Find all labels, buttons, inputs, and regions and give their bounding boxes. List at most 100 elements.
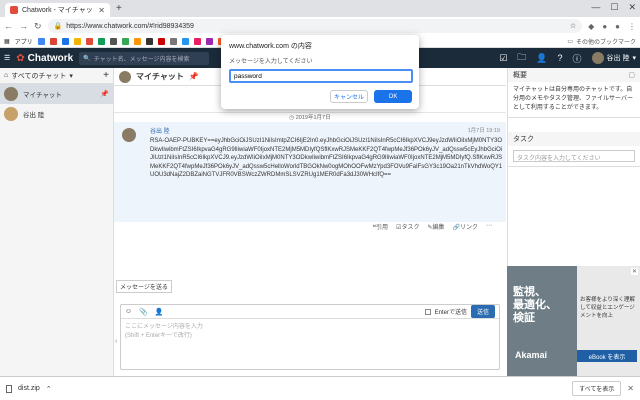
message-body: RSA-OAEP-PUBKEY==eyJhbGciOiJSUzI1NiIsImt…	[150, 138, 503, 178]
bookmark-icon[interactable]	[61, 37, 69, 45]
ad-brand: Akamai	[515, 350, 548, 360]
contacts-icon[interactable]: 👤	[536, 53, 547, 64]
task-button[interactable]: ☑タスク	[396, 222, 419, 231]
file-icon	[6, 384, 12, 393]
bookmark-icon[interactable]	[109, 37, 117, 45]
extension-icon[interactable]: ◆	[588, 22, 594, 31]
mention-icon[interactable]: 👤	[155, 308, 164, 316]
quote-button[interactable]: ❝引用	[373, 222, 388, 231]
bookmark-icon[interactable]	[205, 37, 213, 45]
sidebar-item-mychat[interactable]: マイチャット 📌	[0, 84, 113, 104]
task-header: タスク	[508, 132, 640, 146]
info-icon[interactable]: ⓘ	[573, 52, 582, 65]
url-field[interactable]: 🔒 https://www.chatwork.com/#!rid98934359…	[47, 19, 583, 33]
browser-tab[interactable]: Chatwork - マイチャット ✕	[5, 3, 110, 17]
bookmark-icon[interactable]	[181, 37, 189, 45]
bookmark-icon[interactable]	[121, 37, 129, 45]
sidebar-item-user[interactable]: 谷出 陸	[0, 104, 113, 124]
pin-icon[interactable]: 📌	[189, 72, 199, 81]
avatar	[591, 52, 604, 64]
bookmark-icon[interactable]	[49, 37, 57, 45]
browser-menu-icon[interactable]: ⋮	[628, 22, 636, 31]
collapse-panel-icon[interactable]: ▢	[628, 71, 635, 79]
overview-header: 概要 ▢	[508, 68, 640, 82]
ok-button[interactable]: OK	[374, 90, 412, 103]
url-text: https://www.chatwork.com/#!rid98934359	[66, 22, 194, 30]
user-menu[interactable]: 谷出 陸 ▾	[591, 52, 636, 64]
download-file[interactable]: dist.zip	[18, 385, 40, 392]
message-input[interactable]: ここにメッセージ内容を入力 (Shift + Enterキーで改行)	[121, 319, 499, 345]
chevron-down-icon: ▾	[632, 55, 636, 62]
link-button[interactable]: 🔗リンク	[453, 222, 479, 231]
emoji-icon[interactable]: ☺	[125, 308, 132, 315]
new-tab-button[interactable]: +	[116, 3, 122, 14]
bookmark-icon[interactable]	[133, 37, 141, 45]
chevron-up-icon[interactable]: ⌃	[46, 385, 52, 393]
chat-filter[interactable]: ⌂ すべてのチャット ▾ +	[0, 68, 113, 84]
bookmark-icon[interactable]	[37, 37, 45, 45]
help-icon[interactable]: ?	[558, 53, 563, 63]
tab-title: Chatwork - マイチャット	[22, 7, 95, 14]
link-label: リンク	[459, 225, 478, 231]
collapse-left-icon[interactable]: ‹	[115, 338, 117, 345]
other-bookmarks-label: その他のブックマーク	[575, 39, 636, 46]
edit-button[interactable]: ✎編集	[427, 222, 444, 231]
room-label: 谷出 陸	[23, 112, 45, 119]
attach-icon[interactable]: 📎	[139, 308, 148, 316]
ad-cta-button[interactable]: eBook を表示	[577, 350, 637, 362]
overview-title: 概要	[513, 72, 527, 79]
apps-label[interactable]: アプリ	[15, 37, 33, 46]
add-chat-icon[interactable]: +	[103, 70, 109, 81]
pin-icon[interactable]: 📌	[100, 90, 109, 98]
date-label: 2019年1月7日	[295, 115, 331, 121]
message[interactable]: 谷出 陸 1月7日 19:19 RSA-OAEP-PUBKEY==eyJhbGc…	[114, 122, 506, 222]
task-input[interactable]: タスク内容を入力してください	[513, 150, 635, 162]
other-bookmarks[interactable]: ▭ その他のブックマーク	[567, 37, 636, 46]
avatar[interactable]	[122, 128, 136, 142]
more-button[interactable]: ⋯	[486, 222, 492, 231]
bookmark-icon[interactable]	[145, 37, 153, 45]
hamburger-icon[interactable]: ☰	[4, 54, 10, 62]
chatwork-favicon-icon	[10, 6, 18, 14]
reload-icon[interactable]: ↻	[34, 21, 42, 32]
close-window-icon[interactable]: ✕	[628, 2, 636, 13]
bookmark-icon[interactable]	[169, 37, 177, 45]
extension2-icon[interactable]: ●	[602, 22, 607, 31]
dialog-input[interactable]	[229, 69, 413, 83]
show-all-button[interactable]: すべてを表示	[572, 381, 622, 396]
enter-send-label: Enterで送信	[434, 310, 467, 316]
tab-close-icon[interactable]: ✕	[98, 6, 105, 15]
task-check-icon[interactable]: ☑	[499, 53, 507, 64]
chat-title: マイチャット	[136, 72, 184, 81]
close-icon[interactable]: ✕	[627, 384, 634, 393]
ad-close-icon[interactable]: ✕	[630, 268, 638, 275]
ad-headline: 監視、 最適化、 検証	[513, 286, 557, 325]
message-actions: ❝引用 ☑タスク ✎編集 🔗リンク ⋯	[373, 222, 492, 231]
ad-headline-line: 監視、	[513, 286, 546, 298]
chatwork-logo[interactable]: ✿ Chatwork	[16, 53, 73, 64]
chat-search-input[interactable]: 🔍 チャット名、メッセージ内容を検索	[79, 51, 210, 65]
file-icon[interactable]: 🗀	[517, 50, 526, 66]
bookmark-icon[interactable]	[97, 37, 105, 45]
maximize-icon[interactable]: ☐	[610, 2, 618, 13]
message-composer: ☺ 📎 👤 Enterで送信 送信 ここにメッセージ内容を入力 (Shift +…	[120, 304, 500, 370]
forward-icon[interactable]: →	[19, 21, 28, 31]
bookmark-icon[interactable]	[85, 37, 93, 45]
user-name: 谷出 陸	[606, 55, 630, 62]
back-icon[interactable]: ←	[4, 21, 13, 31]
message-author[interactable]: 谷出 陸	[150, 126, 500, 135]
send-button[interactable]: 送信	[470, 305, 495, 318]
ad-banner[interactable]: 監視、 最適化、 検証 Akamai お客様をより深く理解して収益とエンゲージメ…	[507, 266, 640, 376]
bookmark-icon[interactable]	[157, 37, 165, 45]
bookmark-icon[interactable]	[193, 37, 201, 45]
star-icon[interactable]: ☆	[570, 22, 576, 30]
bookmark-icon[interactable]	[73, 37, 81, 45]
apps-icon[interactable]: ▦	[4, 38, 10, 45]
minimize-icon[interactable]: —	[591, 2, 600, 13]
address-bar: ← → ↻ 🔒 https://www.chatwork.com/#!rid98…	[0, 17, 640, 35]
message-time: 1月7日 19:19	[467, 128, 500, 134]
extension3-icon[interactable]: ●	[615, 22, 620, 31]
cancel-button[interactable]: キャンセル	[330, 90, 368, 103]
ad-headline-line: 最適化、	[513, 299, 557, 311]
enter-send-checkbox[interactable]	[424, 308, 431, 315]
